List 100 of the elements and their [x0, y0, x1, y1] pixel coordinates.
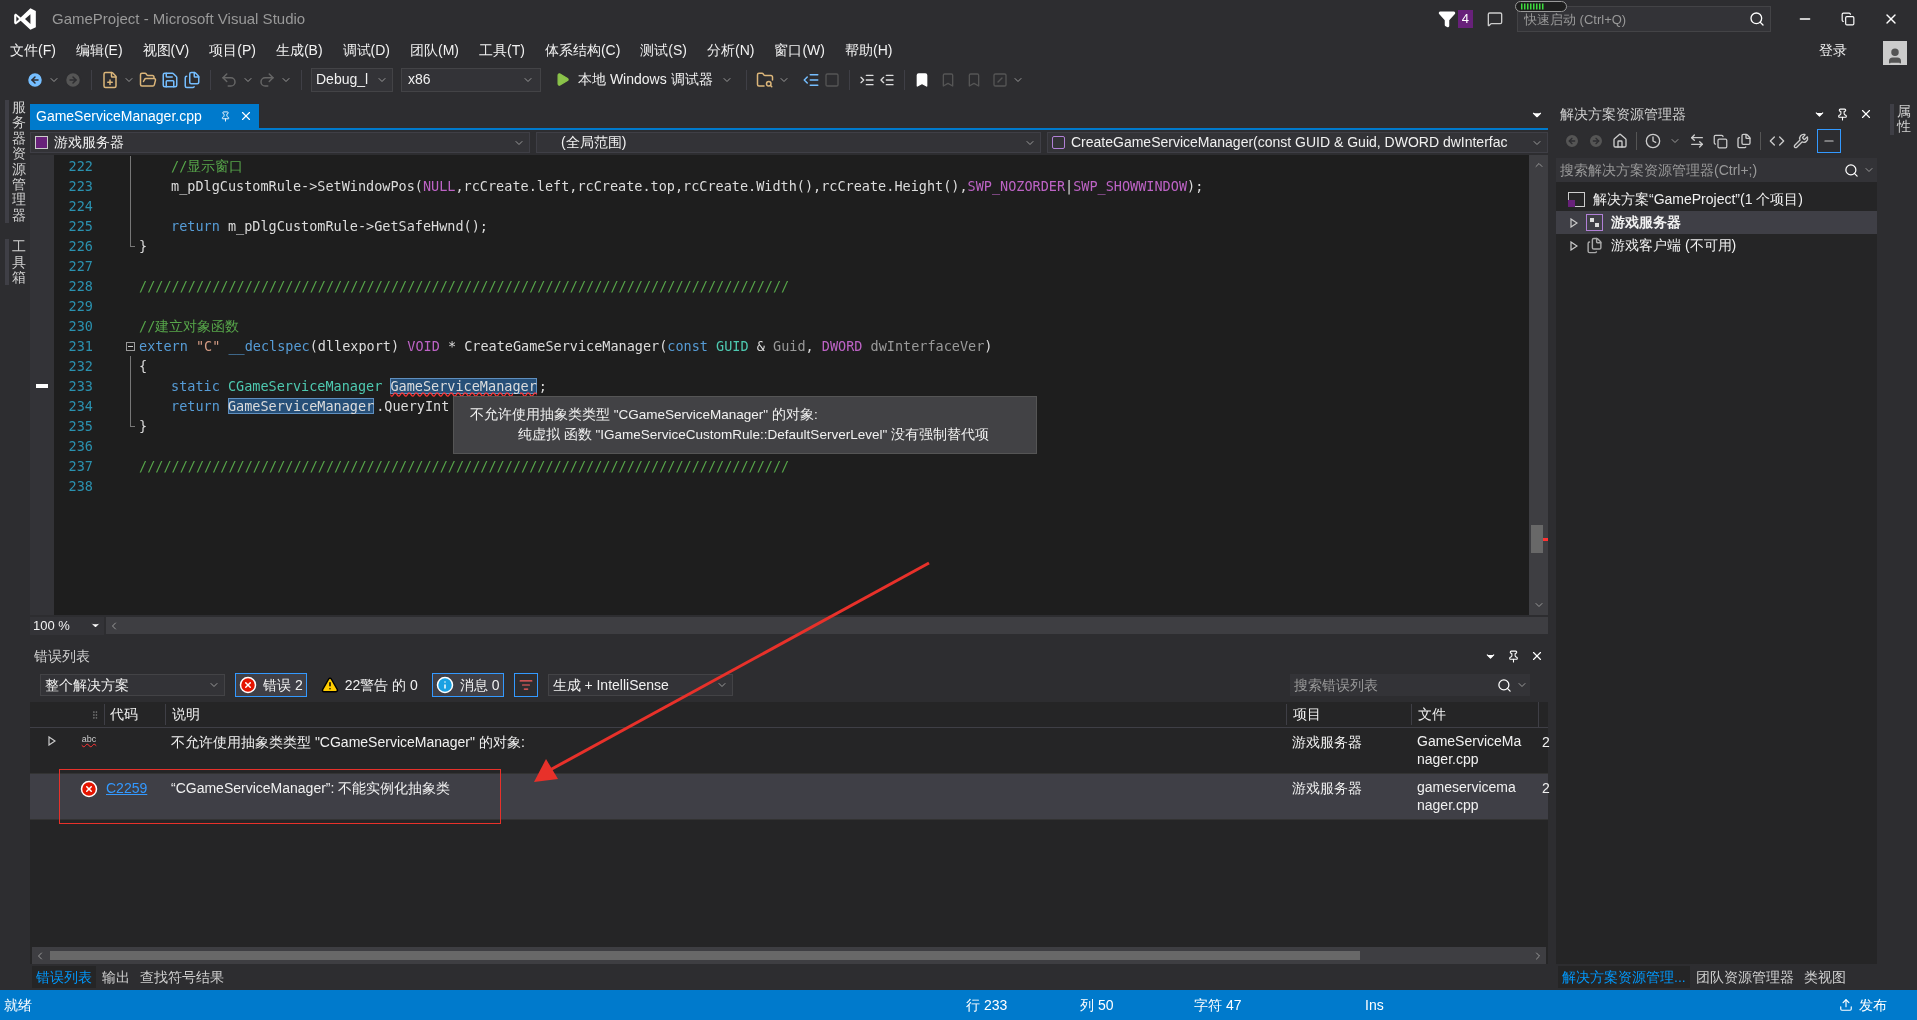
line-number: 222	[67, 156, 93, 176]
error-code-link[interactable]: C2259	[106, 780, 148, 796]
pin-icon[interactable]	[1507, 649, 1520, 663]
column-header[interactable]: 说明	[165, 704, 1286, 725]
tree-item[interactable]: 游戏服务器	[1556, 211, 1877, 234]
zoom-dropdown[interactable]: 100 %	[30, 616, 104, 635]
horizontal-scrollbar[interactable]	[106, 617, 1548, 634]
column-header[interactable]: 项目	[1286, 704, 1411, 725]
source-dropdown[interactable]: 生成 + IntelliSense	[547, 674, 733, 696]
close-icon[interactable]	[1530, 649, 1544, 663]
side-tab[interactable]: 服务器资源管理器	[4, 100, 26, 224]
tree-item[interactable]: 解决方案“GameProject”(1 个项目)	[1556, 188, 1877, 211]
platform-dropdown[interactable]: x86	[401, 67, 541, 92]
line-number: 225	[67, 216, 93, 236]
wrench-icon[interactable]	[1793, 133, 1809, 149]
char-indicator: 字符 47	[1194, 995, 1243, 1015]
error-icon	[239, 676, 257, 694]
panel-tab[interactable]: 解决方案资源管理...	[1558, 966, 1690, 988]
menu-item[interactable]: 测试(S)	[630, 40, 697, 61]
menu-item[interactable]: 编辑(E)	[65, 40, 133, 61]
line-number: 223	[67, 176, 93, 196]
redo-icon[interactable]	[258, 70, 276, 89]
expand-icon[interactable]	[48, 736, 56, 746]
panel-tab[interactable]: 输出	[98, 966, 134, 988]
search-icon[interactable]	[1844, 162, 1859, 178]
restore-icon[interactable]	[1841, 12, 1855, 26]
show-all-files-icon[interactable]	[1736, 133, 1752, 149]
close-icon[interactable]	[1859, 107, 1873, 121]
open-folder-icon[interactable]	[139, 70, 157, 89]
home-icon[interactable]	[1612, 133, 1628, 149]
notification-flag-icon[interactable]	[1437, 10, 1456, 28]
search-icon[interactable]	[1497, 677, 1512, 693]
scope-dropdown[interactable]: 整个解决方案	[40, 674, 225, 696]
error-icon	[80, 780, 98, 798]
error-row[interactable]: C2259 “CGameServiceManager”: 不能实例化抽象类 游戏服务器 gameservicemanager.cpp 2	[30, 774, 1548, 820]
start-debugging-button[interactable]: 本地 Windows 调试器	[551, 67, 737, 92]
menu-item[interactable]: 调试(D)	[332, 40, 400, 61]
line-number: 224	[67, 196, 93, 216]
side-tab[interactable]: 工具箱	[4, 239, 26, 286]
filter-toggle[interactable]: 错误 2	[235, 673, 307, 697]
back-icon[interactable]	[26, 70, 44, 89]
pin-icon[interactable]	[1836, 107, 1849, 121]
menu-item[interactable]: 分析(N)	[697, 40, 765, 61]
publish-icon[interactable]	[1839, 998, 1853, 1012]
save-all-icon[interactable]	[183, 70, 201, 89]
code-line: //显示窗口	[170, 156, 244, 176]
intellisense-icon: abc	[81, 734, 97, 744]
search-box[interactable]: 快速启动 (Ctrl+Q)	[1517, 6, 1771, 32]
menu-item[interactable]: 团队(M)	[400, 40, 469, 61]
column-header[interactable]: 文件	[1411, 704, 1538, 725]
menu-item[interactable]: 帮助(H)	[835, 40, 903, 61]
side-tab[interactable]: 属性	[1889, 104, 1911, 135]
configuration-dropdown[interactable]: Debug_l	[311, 67, 393, 92]
panel-tab[interactable]: 查找符号结果	[136, 966, 228, 988]
sign-in-link[interactable]: 登录	[1819, 40, 1847, 61]
expand-icon[interactable]	[1570, 240, 1578, 251]
clear-filter-icon[interactable]	[513, 673, 538, 697]
scroll-thumb[interactable]	[1531, 525, 1548, 553]
new-file-icon[interactable]	[101, 70, 119, 89]
collapse-all-icon[interactable]	[1713, 133, 1728, 149]
filter-toggle[interactable]: 22警告 的 0	[316, 673, 422, 697]
column-options-icon[interactable]	[90, 709, 100, 720]
tree-item[interactable]: 游戏客户端 (不可用)	[1556, 234, 1877, 257]
vertical-scrollbar[interactable]	[1529, 155, 1548, 615]
error-description: 不允许使用抽象类类型 "CGameServiceManager" 的对象:	[170, 733, 526, 752]
menu-item[interactable]: 视图(V)	[132, 40, 200, 61]
menu-item[interactable]: 文件(F)	[0, 40, 66, 61]
avatar-icon[interactable]	[1883, 40, 1907, 65]
undo-icon[interactable]	[220, 70, 238, 89]
column-indicator: 列 50	[1080, 995, 1115, 1015]
line-number: 235	[67, 416, 93, 436]
code-line: }	[139, 236, 148, 256]
code-line: ////////////////////////////////////////////////////////////////////////////////	[139, 456, 790, 476]
feedback-icon[interactable]	[1487, 11, 1503, 27]
menu-item[interactable]: 生成(B)	[265, 40, 333, 61]
history-icon[interactable]	[1645, 133, 1661, 149]
panel-tab[interactable]: 类视图	[1799, 966, 1850, 988]
save-icon[interactable]	[161, 70, 179, 89]
panel-tab[interactable]: 错误列表	[32, 966, 96, 988]
publish-button[interactable]: 发布	[1859, 994, 1887, 1016]
expand-icon[interactable]	[1570, 217, 1578, 228]
menu-item[interactable]: 项目(P)	[199, 40, 266, 61]
collapse-icon[interactable]	[126, 341, 135, 351]
filter-toggle[interactable]: 消息 0	[431, 673, 504, 697]
find-icon[interactable]	[755, 70, 774, 89]
line-number: 237	[67, 456, 93, 476]
code-icon[interactable]	[1769, 133, 1785, 149]
line-number: 227	[67, 256, 93, 276]
sync-icon[interactable]	[1689, 133, 1705, 149]
column-header[interactable]: 代码	[104, 704, 165, 725]
menu-item[interactable]: 窗口(W)	[764, 40, 835, 61]
menu-item[interactable]: 体系结构(C)	[534, 40, 631, 61]
line-number: 238	[67, 476, 93, 496]
panel-tab[interactable]: 团队资源管理器	[1691, 966, 1798, 988]
unloaded-project-icon	[1586, 237, 1603, 254]
menu-item[interactable]: 工具(T)	[469, 40, 535, 61]
error-description: “CGameServiceManager”: 不能实例化抽象类	[170, 779, 452, 798]
warning-icon	[320, 676, 339, 694]
code-line: return GameServiceManager.QueryInt	[170, 396, 450, 416]
preview-toggle[interactable]	[1817, 129, 1841, 153]
